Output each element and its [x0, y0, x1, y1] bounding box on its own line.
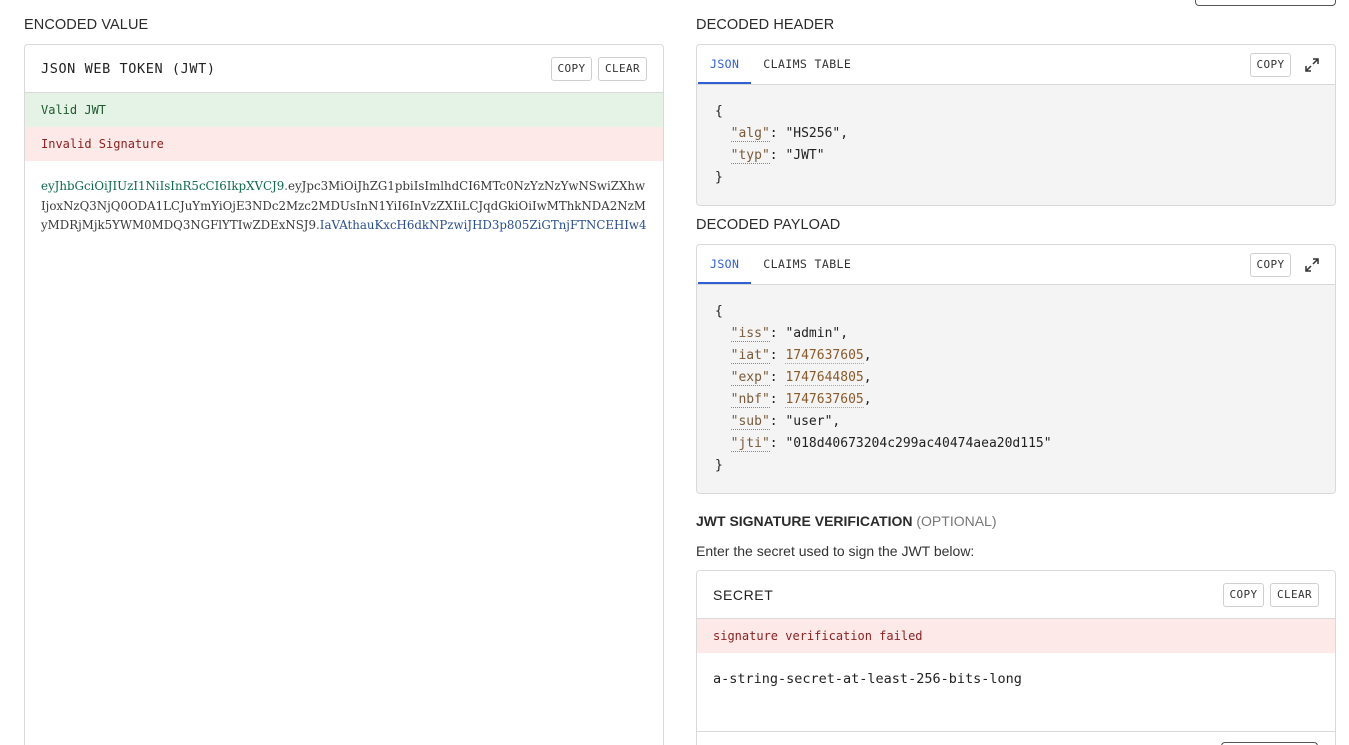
colon: :	[769, 148, 786, 163]
decoded-header-json: { "alg": "HS256", "typ": "JWT" }	[697, 85, 1335, 205]
signature-title-text: JWT SIGNATURE VERIFICATION	[696, 513, 913, 529]
jwt-copy-button[interactable]: COPY	[551, 56, 592, 81]
optional-label: (OPTIONAL)	[916, 513, 997, 529]
expand-icon[interactable]	[1297, 245, 1327, 284]
signature-description: Enter the secret used to sign the JWT be…	[696, 543, 975, 559]
json-value: 1747644805	[785, 370, 864, 386]
colon: :	[769, 414, 786, 429]
secret-copy-button[interactable]: COPY	[1223, 582, 1264, 607]
encoded-value-title: ENCODED VALUE	[24, 17, 149, 33]
json-value: "JWT"	[785, 148, 825, 163]
decoded-payload-panel: JSON CLAIMS TABLE COPY { "iss": "admin",…	[696, 244, 1336, 494]
tab-header-claims-table[interactable]: CLAIMS TABLE	[751, 45, 863, 84]
decoded-header-title: DECODED HEADER	[696, 17, 835, 33]
decoded-payload-json: { "iss": "admin", "iat": 1747637605, "ex…	[697, 285, 1335, 493]
comma: ,	[863, 370, 872, 385]
open-brace: {	[715, 304, 723, 319]
secret-panel-title: SECRET	[713, 586, 774, 603]
json-key: "iss"	[730, 326, 770, 342]
tab-payload-json[interactable]: JSON	[698, 245, 752, 284]
decoded-payload-tabs: JSON CLAIMS TABLE COPY	[697, 245, 1335, 285]
json-key: "nbf"	[730, 392, 770, 408]
payload-copy-button[interactable]: COPY	[1250, 252, 1291, 277]
open-brace: {	[715, 104, 723, 119]
json-value: 1747637605	[785, 348, 864, 364]
token-signature-part: IaVAthauKxcH6dkNPzwiJHD3p805ZiGTnjFTNCEH…	[319, 218, 647, 232]
signature-failed-status: signature verification failed	[697, 619, 1335, 653]
json-key: "typ"	[730, 148, 770, 164]
secret-panel-header: SECRET COPY CLEAR	[697, 571, 1335, 619]
tab-header-json[interactable]: JSON	[698, 45, 752, 84]
secret-divider	[697, 731, 1335, 732]
decoded-header-panel: JSON CLAIMS TABLE COPY { "alg": "HS256",…	[696, 44, 1336, 206]
json-key: "alg"	[730, 126, 770, 142]
colon: :	[769, 392, 786, 407]
close-brace: }	[715, 458, 723, 473]
jwt-clear-button[interactable]: CLEAR	[598, 56, 647, 81]
tab-payload-claims-table[interactable]: CLAIMS TABLE	[751, 245, 863, 284]
comma: ,	[840, 326, 849, 341]
expand-icon[interactable]	[1297, 45, 1327, 84]
decoded-header-tabs: JSON CLAIMS TABLE COPY	[697, 45, 1335, 85]
secret-panel: SECRET COPY CLEAR signature verification…	[696, 570, 1336, 745]
comma: ,	[832, 414, 841, 429]
close-brace: }	[715, 170, 723, 185]
colon: :	[769, 126, 786, 141]
secret-input[interactable]: a-string-secret-at-least-256-bits-long	[697, 653, 1335, 705]
comma: ,	[863, 392, 872, 407]
header-copy-button[interactable]: COPY	[1250, 52, 1291, 77]
colon: :	[769, 436, 786, 451]
comma: ,	[863, 348, 872, 363]
comma: ,	[840, 126, 849, 141]
json-key: "exp"	[730, 370, 770, 386]
json-value: 1747637605	[785, 392, 864, 408]
json-value: "HS256"	[785, 126, 841, 141]
top-partial-button[interactable]	[1195, 0, 1336, 6]
json-value: "user"	[785, 414, 833, 429]
decoded-payload-title: DECODED PAYLOAD	[696, 217, 841, 233]
invalid-signature-status: Invalid Signature	[25, 127, 663, 161]
colon: :	[769, 326, 786, 341]
json-key: "iat"	[730, 348, 770, 364]
valid-jwt-status: Valid JWT	[25, 93, 663, 127]
colon: :	[769, 370, 786, 385]
jwt-token-input[interactable]: eyJhbGciOiJIUzI1NiIsInR5cCI6IkpXVCJ9.eyJ…	[25, 161, 663, 252]
token-header-part: eyJhbGciOiJIUzI1NiIsInR5cCI6IkpXVCJ9	[41, 179, 285, 193]
jwt-panel: JSON WEB TOKEN (JWT) COPY CLEAR Valid JW…	[24, 44, 664, 745]
json-value: "018d40673204c299ac40474aea20d115"	[785, 436, 1052, 451]
jwt-panel-title: JSON WEB TOKEN (JWT)	[41, 60, 216, 77]
jwt-panel-header: JSON WEB TOKEN (JWT) COPY CLEAR	[25, 45, 663, 93]
colon: :	[769, 348, 786, 363]
json-value: "admin"	[785, 326, 841, 341]
signature-verification-title: JWT SIGNATURE VERIFICATION (OPTIONAL)	[696, 513, 997, 529]
json-key: "jti"	[730, 436, 770, 452]
secret-clear-button[interactable]: CLEAR	[1270, 582, 1319, 607]
json-key: "sub"	[730, 414, 770, 430]
